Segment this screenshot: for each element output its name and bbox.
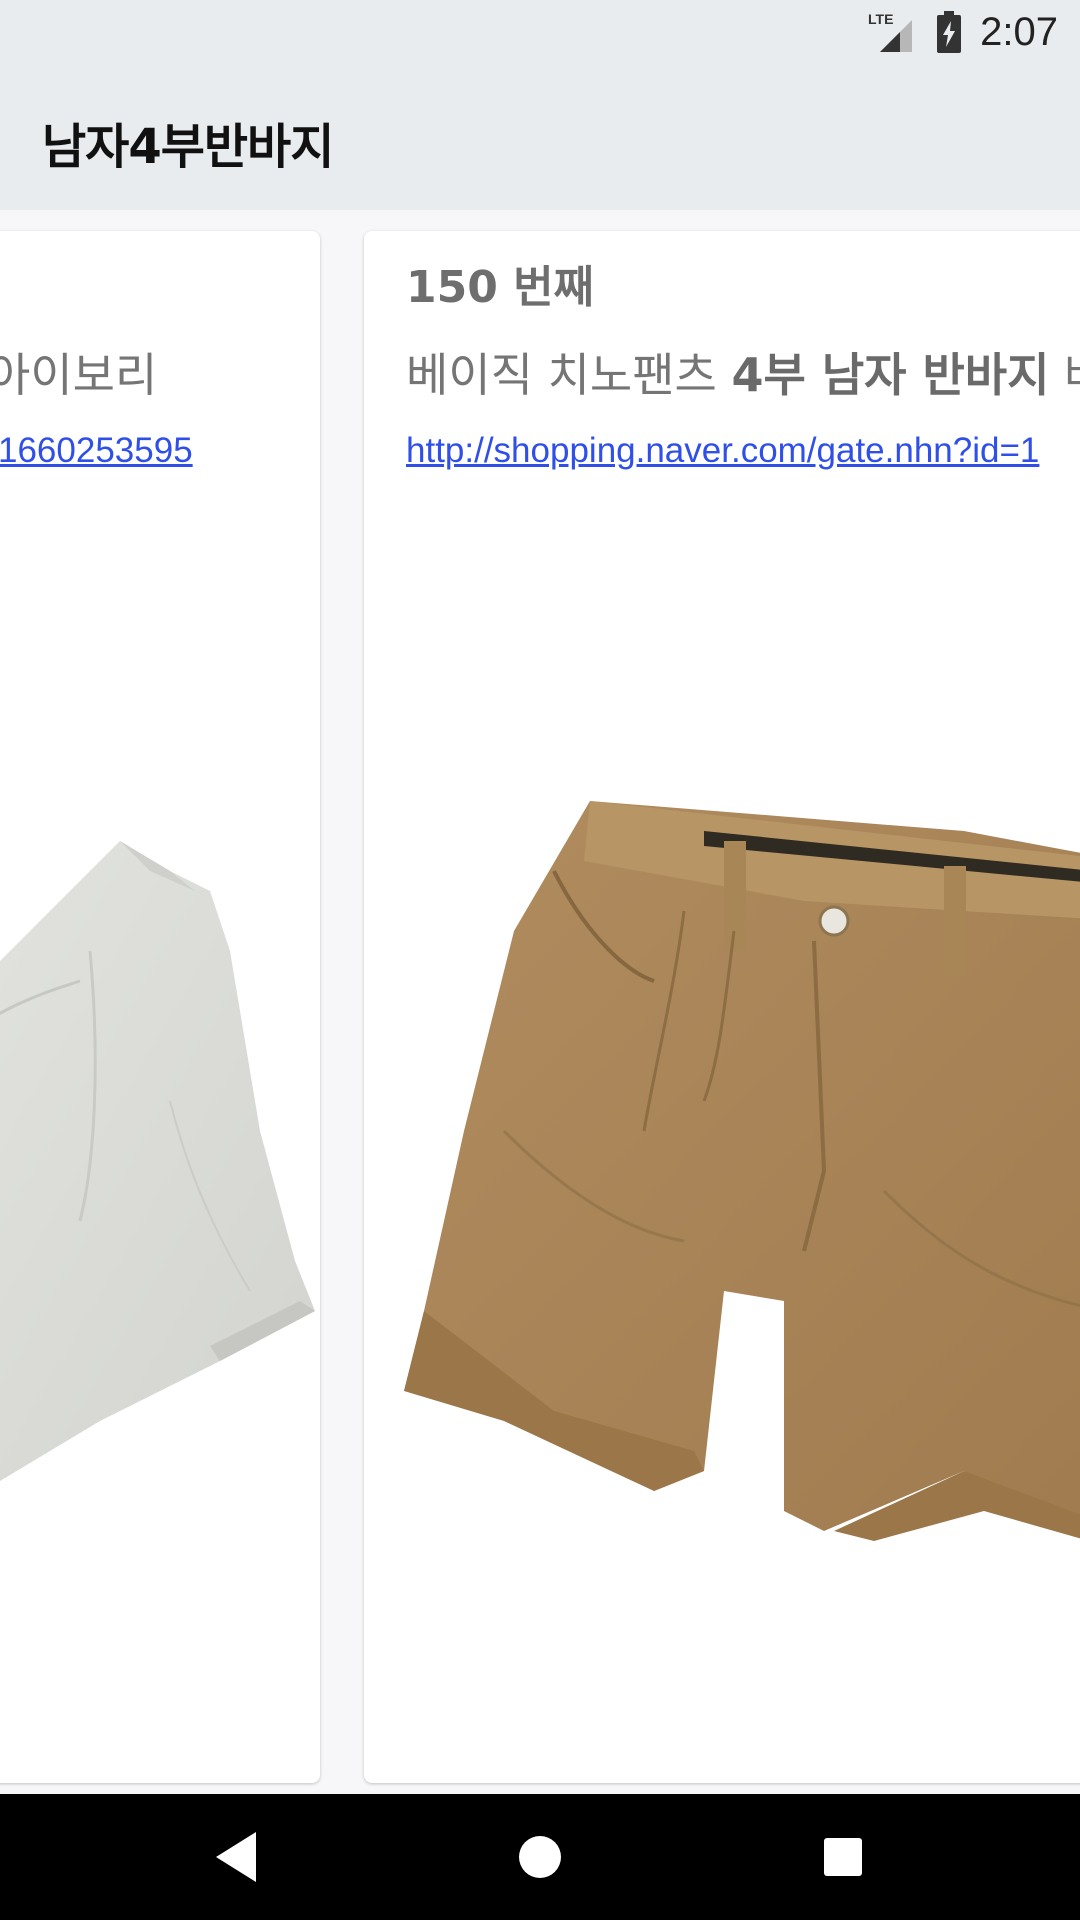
product-link[interactable]: http://shopping.naver.com/gate.nhn?id=1 bbox=[406, 431, 1039, 471]
status-icons: LTE 2:07 bbox=[866, 8, 1058, 56]
back-button[interactable] bbox=[204, 1824, 270, 1890]
card-carousel[interactable]: 아이보리 1660253595 150 번째 베이직 치노팬츠 4부 남자 반바… bbox=[0, 210, 1080, 1794]
product-card[interactable]: 아이보리 1660253595 bbox=[0, 231, 320, 1783]
product-title-keyword: 4부 남자 반바지 bbox=[731, 348, 1050, 402]
product-link[interactable]: 1660253595 bbox=[0, 431, 193, 471]
app-bar: 남자4부반바지 bbox=[0, 63, 1080, 210]
battery-charging-icon bbox=[937, 11, 962, 53]
lte-signal-icon: LTE bbox=[868, 11, 913, 52]
rank-label: 150 번째 bbox=[406, 262, 595, 313]
product-title: 아이보리 bbox=[0, 348, 158, 402]
shorts-image-beige bbox=[404, 801, 1080, 1541]
product-card[interactable]: 150 번째 베이직 치노팬츠 4부 남자 반바지 베 http://shopp… bbox=[364, 231, 1080, 1783]
status-bar: LTE 2:07 bbox=[0, 0, 1080, 63]
svg-text:LTE: LTE bbox=[868, 11, 893, 27]
page-title: 남자4부반바지 bbox=[42, 119, 334, 175]
recents-square-icon bbox=[824, 1838, 862, 1876]
home-button[interactable] bbox=[507, 1824, 573, 1890]
product-title: 베이직 치노팬츠 4부 남자 반바지 베 bbox=[406, 339, 1080, 405]
status-time: 2:07 bbox=[980, 9, 1058, 54]
product-title-text: 베이직 치노팬츠 bbox=[406, 348, 732, 402]
navigation-bar bbox=[0, 1794, 1080, 1920]
shorts-image-white bbox=[0, 841, 315, 1481]
recents-button[interactable] bbox=[810, 1824, 876, 1890]
product-title-tail: 베 bbox=[1049, 348, 1080, 402]
home-circle-icon bbox=[519, 1836, 561, 1878]
back-triangle-icon bbox=[216, 1832, 256, 1882]
